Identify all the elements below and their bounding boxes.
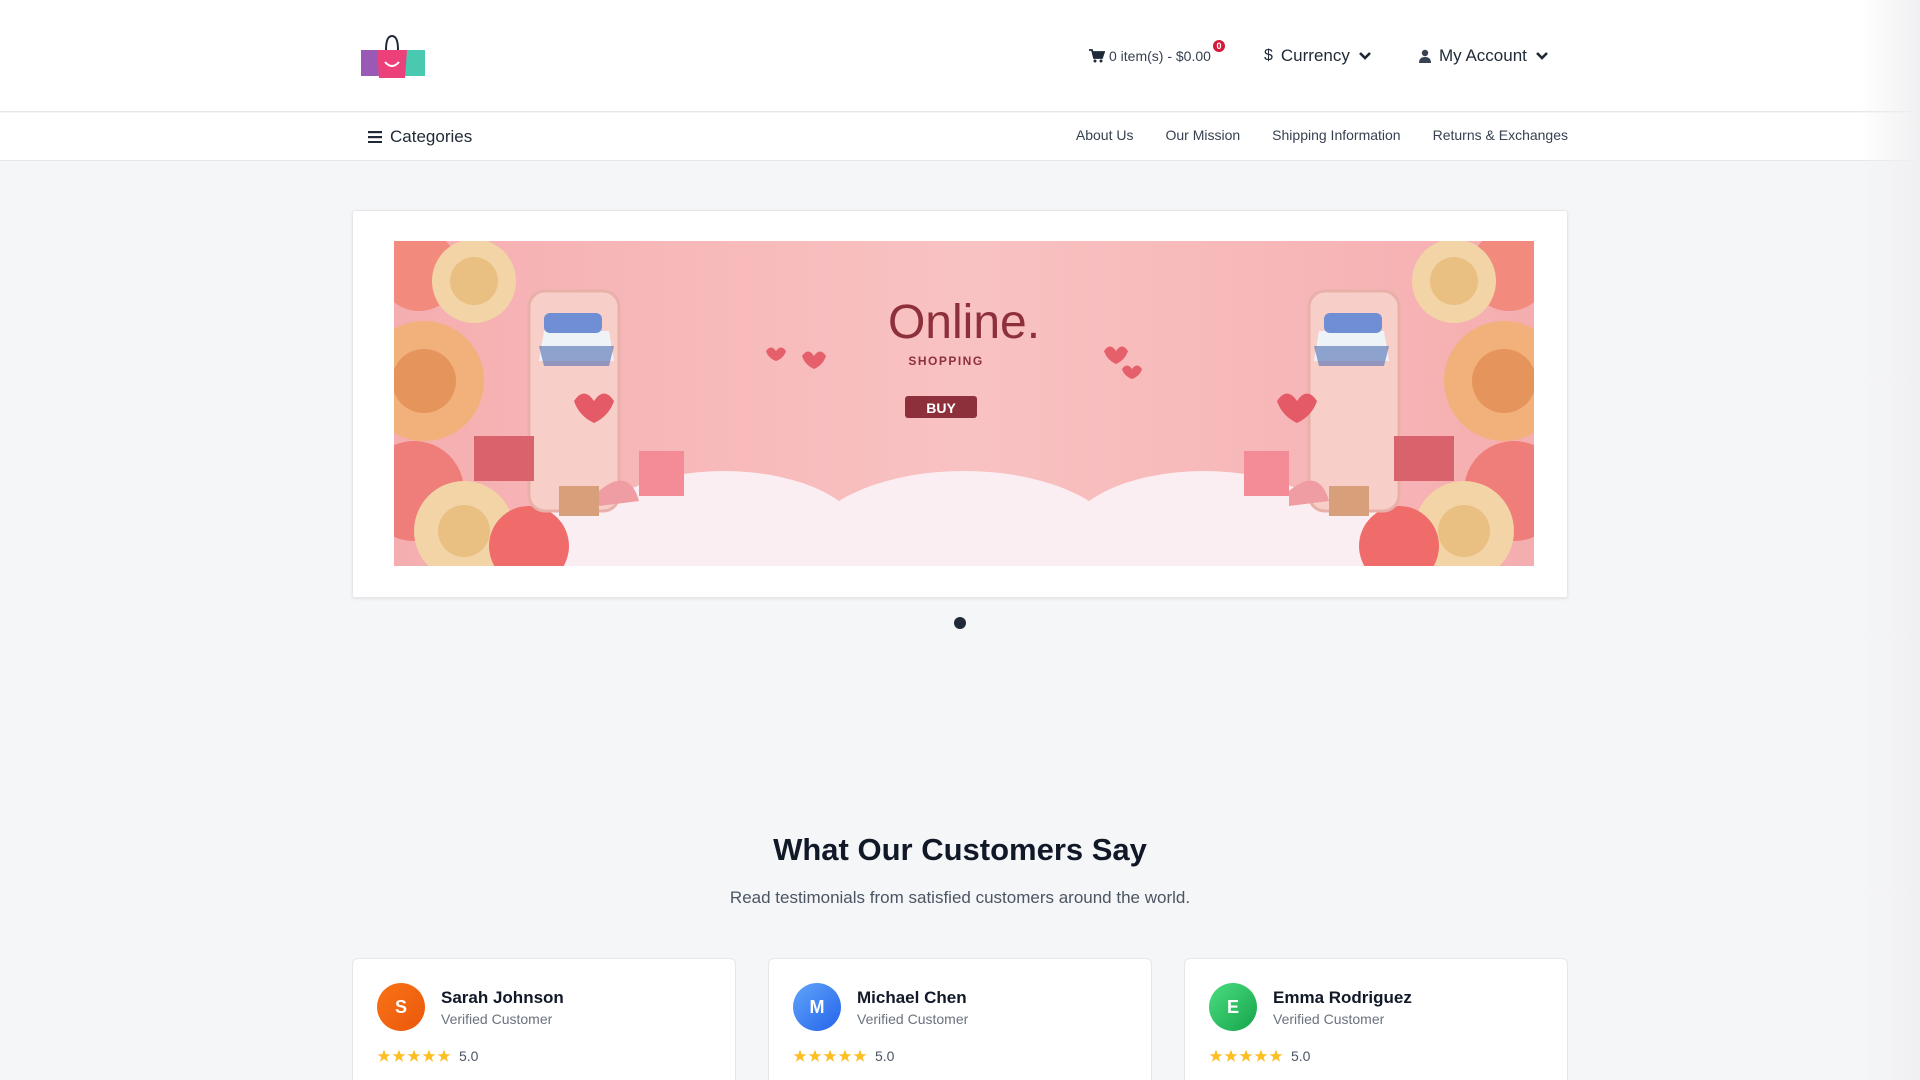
cart-icon: [1089, 49, 1105, 63]
rating-value: 5.0: [459, 1048, 479, 1064]
star-rating: [793, 1049, 867, 1063]
banner-subline: SHOPPING: [908, 354, 983, 368]
dollar-icon: $: [1264, 47, 1273, 64]
star-icon: [1209, 1049, 1223, 1062]
banner-buy-button: BUY: [926, 400, 956, 416]
star-icon: [1224, 1049, 1238, 1062]
star-icon: [377, 1049, 391, 1062]
testimonials-subtitle: Read testimonials from satisfied custome…: [729, 888, 1191, 907]
testimonial-card: E Emma Rodriguez Verified Customer 5.0: [1184, 958, 1568, 1080]
menu-icon: [368, 131, 382, 143]
customer-name: Sarah Johnson: [441, 988, 564, 1007]
rating-value: 5.0: [1291, 1048, 1311, 1064]
carousel-dot-active[interactable]: [954, 617, 966, 629]
star-icon: [392, 1049, 406, 1062]
account-dropdown[interactable]: My Account: [1419, 44, 1549, 68]
testimonial-card: S Sarah Johnson Verified Customer 5.0: [352, 958, 736, 1080]
star-icon: [823, 1049, 837, 1062]
star-icon: [838, 1049, 852, 1062]
star-icon: [793, 1049, 807, 1062]
nav-link-about-us[interactable]: About Us: [1076, 127, 1134, 147]
chevron-down-icon: [1358, 52, 1371, 60]
nav-links: About Us Our Mission Shipping Informatio…: [1076, 127, 1568, 147]
testimonial-card: M Michael Chen Verified Customer 5.0: [768, 958, 1152, 1080]
customer-role: Verified Customer: [1273, 1011, 1385, 1027]
cart-summary: 0 item(s) - $0.00: [1109, 48, 1211, 64]
testimonials-title: What Our Customers Say: [773, 832, 1147, 867]
avatar: M: [793, 983, 841, 1031]
star-icon: [1239, 1049, 1253, 1062]
customer-name: Emma Rodriguez: [1273, 988, 1412, 1007]
chevron-down-icon: [1535, 52, 1548, 60]
scrollbar-area: [1860, 0, 1920, 1080]
banner-headline: Online.: [888, 296, 1040, 349]
customer-role: Verified Customer: [441, 1011, 553, 1027]
star-rating: [1209, 1049, 1283, 1063]
star-icon: [407, 1049, 421, 1062]
star-icon: [808, 1049, 822, 1062]
nav-link-shipping-information[interactable]: Shipping Information: [1272, 127, 1400, 147]
nav-link-returns-exchanges[interactable]: Returns & Exchanges: [1433, 127, 1568, 147]
nav-link-our-mission[interactable]: Our Mission: [1165, 127, 1240, 147]
store-logo[interactable]: [356, 32, 428, 80]
star-rating: [377, 1049, 451, 1063]
currency-dropdown[interactable]: $ Currency: [1264, 44, 1372, 68]
header: 0 item(s) - $0.00 0 $ Currency My Accoun…: [0, 0, 1920, 112]
categories-label: Categories: [390, 127, 473, 146]
categories-menu-button[interactable]: Categories: [368, 125, 472, 149]
customer-name: Michael Chen: [857, 988, 967, 1007]
rating-value: 5.0: [875, 1048, 895, 1064]
cart-count-badge: 0: [1213, 40, 1225, 52]
star-icon: [437, 1049, 451, 1062]
promo-banner[interactable]: Online. SHOPPING BUY: [394, 241, 1534, 566]
star-icon: [1269, 1049, 1283, 1062]
customer-role: Verified Customer: [857, 1011, 969, 1027]
star-icon: [422, 1049, 436, 1062]
avatar: S: [377, 983, 425, 1031]
account-label: My Account: [1439, 46, 1527, 65]
avatar: E: [1209, 983, 1257, 1031]
currency-label: Currency: [1280, 46, 1350, 65]
user-icon: [1419, 49, 1431, 63]
star-icon: [853, 1049, 867, 1062]
main-nav: Categories About Us Our Mission Shipping…: [0, 113, 1920, 161]
star-icon: [1254, 1049, 1268, 1062]
cart-button[interactable]: 0 item(s) - $0.00: [1089, 46, 1211, 66]
